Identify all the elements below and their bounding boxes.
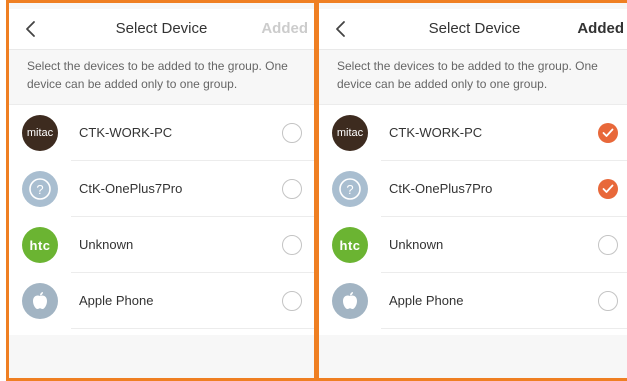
select-checkbox[interactable] bbox=[282, 179, 302, 199]
list-item[interactable]: mitac CTK-WORK-PC bbox=[319, 105, 627, 161]
device-list: mitac CTK-WORK-PC ? CtK-OnePlus7Pro htc … bbox=[9, 104, 314, 335]
instruction-text: Select the devices to be added to the gr… bbox=[337, 59, 598, 91]
device-list: mitac CTK-WORK-PC ? CtK-OnePlus7Pro htc … bbox=[319, 104, 627, 335]
list-item[interactable]: ? CtK-OnePlus7Pro bbox=[9, 161, 314, 217]
select-checkbox-checked[interactable] bbox=[598, 123, 618, 143]
device-name: CtK-OnePlus7Pro bbox=[389, 181, 493, 196]
list-item[interactable]: htc Unknown bbox=[319, 217, 627, 273]
header: Select Device Added bbox=[319, 9, 627, 50]
list-item[interactable]: ? CtK-OnePlus7Pro bbox=[319, 161, 627, 217]
svg-text:?: ? bbox=[346, 182, 353, 197]
htc-logo: htc bbox=[332, 227, 368, 263]
list-item[interactable]: mitac CTK-WORK-PC bbox=[9, 105, 314, 161]
divider bbox=[381, 328, 627, 329]
mitac-logo: mitac bbox=[332, 115, 368, 151]
question-icon: ? bbox=[22, 171, 58, 207]
list-item[interactable]: htc Unknown bbox=[9, 217, 314, 273]
instruction-text: Select the devices to be added to the gr… bbox=[27, 59, 288, 91]
question-icon: ? bbox=[332, 171, 368, 207]
select-checkbox[interactable] bbox=[282, 123, 302, 143]
device-name: Apple Phone bbox=[389, 293, 464, 308]
select-checkbox-checked[interactable] bbox=[598, 179, 618, 199]
device-name: CTK-WORK-PC bbox=[79, 125, 173, 140]
select-checkbox[interactable] bbox=[282, 235, 302, 255]
htc-logo: htc bbox=[22, 227, 58, 263]
device-name: CtK-OnePlus7Pro bbox=[79, 181, 183, 196]
screen-before-selection: Select Device Added Select the devices t… bbox=[6, 0, 317, 381]
select-checkbox[interactable] bbox=[598, 235, 618, 255]
header: Select Device Added bbox=[9, 9, 314, 50]
select-checkbox[interactable] bbox=[282, 291, 302, 311]
device-name: Unknown bbox=[389, 237, 444, 252]
list-item[interactable]: Apple Phone bbox=[9, 273, 314, 329]
screen-after-selection: Select Device Added Select the devices t… bbox=[316, 0, 627, 381]
added-button[interactable]: Added bbox=[577, 20, 624, 37]
divider bbox=[71, 328, 314, 329]
list-item[interactable]: Apple Phone bbox=[319, 273, 627, 329]
select-checkbox[interactable] bbox=[598, 291, 618, 311]
checkmark-icon bbox=[602, 184, 614, 193]
svg-text:?: ? bbox=[36, 182, 43, 197]
added-button[interactable]: Added bbox=[261, 20, 308, 37]
mitac-logo: mitac bbox=[22, 115, 58, 151]
device-name: Apple Phone bbox=[79, 293, 154, 308]
apple-icon bbox=[332, 283, 368, 319]
device-name: Unknown bbox=[79, 237, 134, 252]
apple-icon bbox=[22, 283, 58, 319]
device-name: CTK-WORK-PC bbox=[389, 125, 483, 140]
checkmark-icon bbox=[602, 128, 614, 137]
